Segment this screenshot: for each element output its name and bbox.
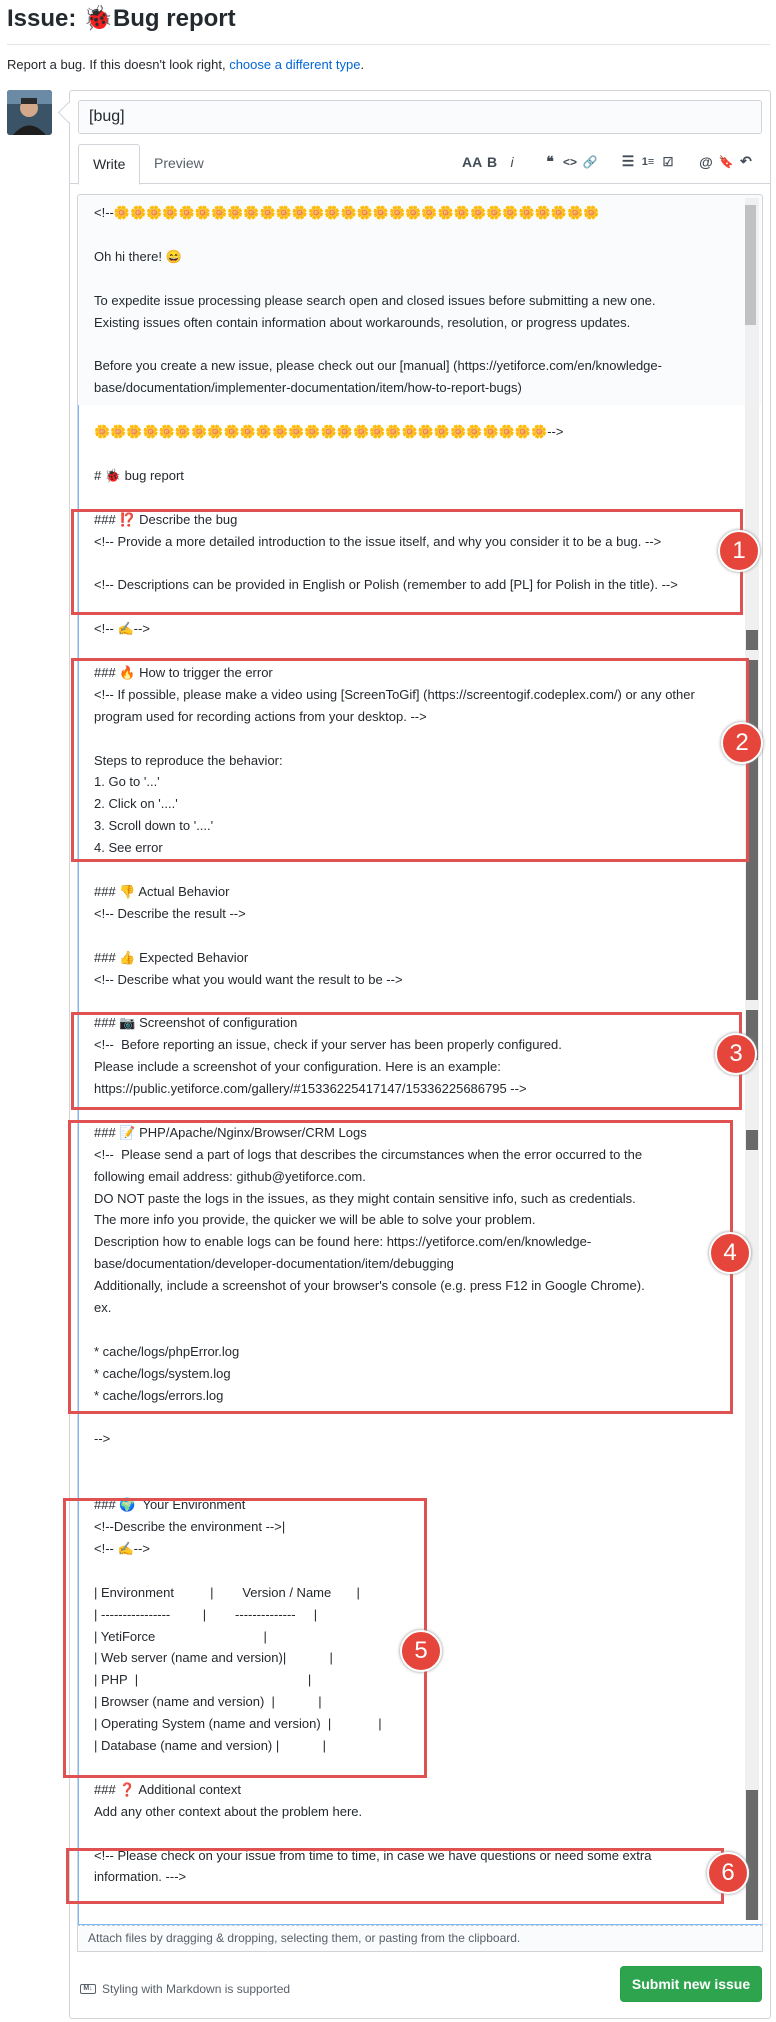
header-icon[interactable]: AA [462, 154, 482, 170]
tab-preview[interactable]: Preview [140, 144, 218, 184]
editor-line: ### ❓ Additional context [94, 1781, 242, 1797]
badge-label: 5 [414, 1637, 428, 1664]
editor-line: base/documentation/implementer-documenta… [94, 380, 522, 396]
callout-badge-1: 1 [718, 530, 760, 572]
editor-line: 🌼🌼🌼🌼🌼🌼🌼🌼🌼🌼🌼🌼🌼🌼🌼🌼🌼🌼🌼🌼🌼🌼🌼🌼🌼🌼🌼🌼--> [94, 424, 564, 439]
tab-write[interactable]: Write [78, 144, 141, 185]
editor-tabs: Write Preview AA B i ❝ <> 🔗 ☰ 1≡ ☑ @ 🔖 ↶ [70, 144, 770, 185]
markdown-note[interactable]: M↓ Styling with Markdown is supported [80, 1982, 290, 1996]
editor-line: To expedite issue processing please sear… [94, 292, 656, 308]
title-divider [7, 44, 770, 45]
attach-files-bar[interactable]: Attach files by dragging & dropping, sel… [77, 1926, 763, 1952]
scrollbar-marker [746, 1130, 758, 1150]
editor-line: Before you create a new issue, please ch… [94, 358, 662, 374]
reply-arrow-icon[interactable]: ↶ [736, 153, 756, 170]
editor-line: ### 👍 Expected Behavior [94, 949, 249, 965]
avatar[interactable] [7, 90, 52, 135]
callout-box-5 [63, 1498, 427, 1778]
task-list-icon[interactable]: ☑ [658, 155, 678, 169]
editor-line: # 🐞 bug report [94, 467, 184, 483]
editor-line: --> [94, 1431, 111, 1447]
badge-label: 6 [721, 1859, 735, 1886]
callout-badge-4: 4 [709, 1232, 751, 1274]
callout-badge-3: 3 [715, 1033, 757, 1075]
title-prefix: Issue: [7, 5, 77, 32]
badge-label: 4 [723, 1239, 737, 1266]
bold-icon[interactable]: B [482, 154, 502, 170]
callout-box-4 [68, 1120, 733, 1414]
link-icon[interactable]: 🔗 [580, 155, 600, 169]
callout-box-3 [71, 1012, 742, 1110]
scrollbar-marker [746, 630, 758, 650]
markdown-icon: M↓ [80, 1984, 96, 1994]
numbered-list-icon[interactable]: 1≡ [638, 156, 658, 168]
callout-badge-5: 5 [400, 1630, 442, 1672]
subtitle: Report a bug. If this doesn't look right… [7, 57, 364, 72]
tab-preview-label: Preview [154, 155, 204, 171]
bullet-list-icon[interactable]: ☰ [618, 153, 638, 170]
badge-label: 3 [729, 1040, 743, 1067]
editor-line: <!-- ✍️--> [94, 621, 150, 637]
page-title: Issue: 🐞Bug report [7, 4, 236, 33]
tab-write-label: Write [93, 156, 126, 172]
editor-line: Existing issues often contain informatio… [94, 314, 631, 330]
submit-label: Submit new issue [631, 1976, 751, 1992]
callout-badge-6: 6 [707, 1852, 749, 1894]
editor-line: <!-- Describe the result --> [94, 905, 246, 921]
callout-box-1 [71, 509, 743, 615]
callout-box-6 [66, 1848, 724, 1904]
choose-type-link[interactable]: choose a different type [229, 57, 360, 72]
markdown-toolbar: AA B i ❝ <> 🔗 ☰ 1≡ ☑ @ 🔖 ↶ [462, 153, 756, 170]
code-icon[interactable]: <> [560, 155, 580, 169]
mention-icon[interactable]: @ [696, 154, 716, 170]
callout-badge-2: 2 [721, 722, 763, 764]
issue-title-input[interactable] [78, 100, 762, 134]
markdown-note-text: Styling with Markdown is supported [102, 1982, 291, 1996]
title-text: Bug report [112, 5, 236, 32]
callout-box-2 [71, 658, 749, 862]
editor-line: <!--🌼🌼🌼🌼🌼🌼🌼🌼🌼🌼🌼🌼🌼🌼🌼🌼🌼🌼🌼🌼🌼🌼🌼🌼🌼🌼🌼🌼🌼🌼 [94, 205, 600, 220]
bug-icon: 🐞 [83, 5, 113, 32]
subtitle-text: Report a bug. If this doesn't look right… [7, 57, 226, 72]
scrollbar-thumb[interactable] [745, 205, 756, 325]
badge-label: 2 [735, 729, 749, 756]
editor-line: <!-- Describe what you would want the re… [94, 971, 403, 987]
editor-line: Oh hi there! 😄 [94, 248, 182, 264]
attach-text: Attach files by dragging & dropping, sel… [88, 1931, 521, 1945]
badge-label: 1 [732, 537, 746, 564]
editor-line: ### 👎 Actual Behavior [94, 883, 230, 899]
quote-icon[interactable]: ❝ [540, 153, 560, 170]
saved-reply-icon[interactable]: 🔖 [716, 155, 736, 169]
submit-issue-button[interactable]: Submit new issue [620, 1966, 762, 2002]
editor-line: Add any other context about the problem … [94, 1803, 363, 1819]
subtitle-end: . [360, 57, 365, 72]
scrollbar-marker [746, 1790, 758, 1920]
italic-icon[interactable]: i [502, 154, 522, 170]
